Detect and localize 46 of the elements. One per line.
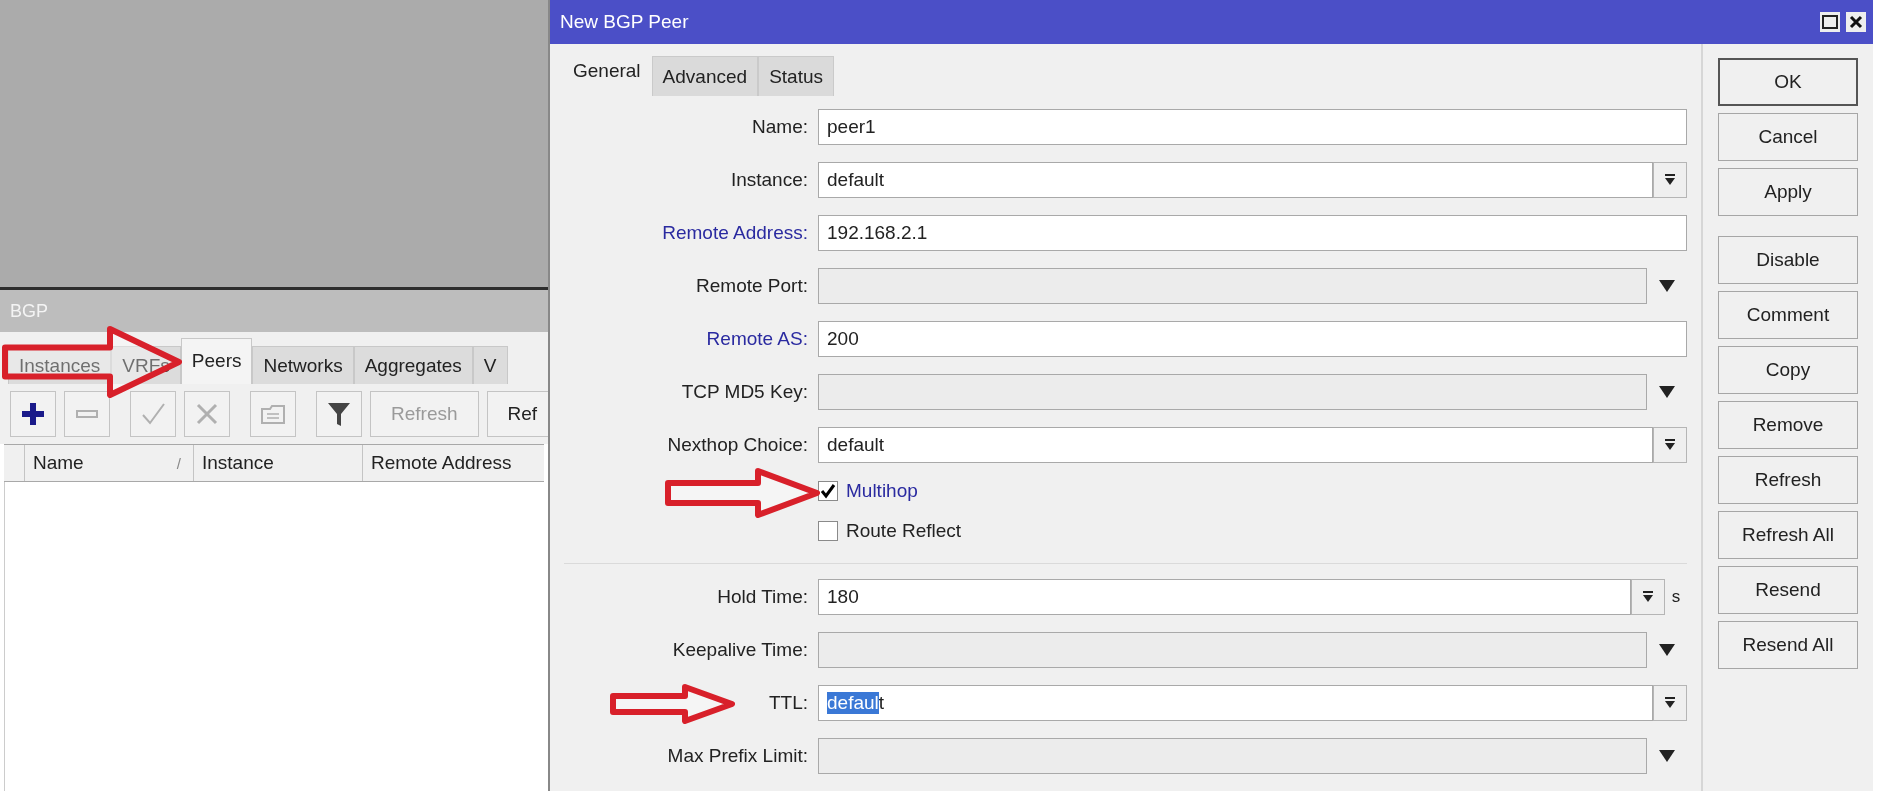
toolbar-button[interactable]: Ref <box>486 391 548 437</box>
field-label: Keepalive Time: <box>672 638 808 661</box>
input-field[interactable]: peer1 <box>818 108 1687 145</box>
field-label: Nexthop Choice: <box>667 433 808 456</box>
dialog-button[interactable]: Refresh All <box>1718 511 1858 559</box>
field-label: TTL: <box>768 691 808 714</box>
sort-mark: / <box>176 454 181 472</box>
field-label: TCP MD5 Key: <box>681 380 808 403</box>
field-label: Instance: <box>730 168 808 191</box>
unit-label: s <box>1670 586 1682 607</box>
dialog-button[interactable]: Remove <box>1718 401 1858 449</box>
column-label: Name <box>33 452 84 474</box>
tab[interactable]: Status <box>758 56 834 96</box>
column-label: Instance <box>202 452 274 474</box>
input-field[interactable]: default <box>818 684 1653 721</box>
tab[interactable]: Aggregates <box>353 346 473 384</box>
dialog-button[interactable]: Copy <box>1718 346 1858 394</box>
field-label: Hold Time: <box>717 585 808 608</box>
input-field[interactable]: 192.168.2.1 <box>818 214 1687 251</box>
field-label: Remote AS: <box>706 327 808 350</box>
tab[interactable]: Advanced <box>651 56 759 96</box>
dialog-button[interactable]: Disable <box>1718 236 1858 284</box>
dialog-title: New BGP Peer <box>560 11 689 33</box>
dialog-button[interactable]: Refresh <box>1718 456 1858 504</box>
dialog-button[interactable]: Cancel <box>1718 113 1858 161</box>
field-label: Remote Address: <box>662 221 808 244</box>
dialog-button[interactable]: Comment <box>1718 291 1858 339</box>
tab[interactable]: Peers <box>180 338 253 384</box>
column-header[interactable]: Name / <box>25 445 194 481</box>
dialog-button[interactable]: Resend All <box>1718 621 1858 669</box>
field-label: Name: <box>752 115 808 138</box>
dialog-button[interactable]: OK <box>1718 58 1858 106</box>
tab[interactable]: Networks <box>252 346 354 384</box>
column-header[interactable]: Instance <box>194 445 363 481</box>
checkbox-label: Route Reflect <box>846 520 962 542</box>
input-field[interactable]: default <box>818 426 1653 463</box>
field-label: Remote Port: <box>696 274 808 297</box>
input-field[interactable]: 200 <box>818 320 1687 357</box>
input-field[interactable]: 180 <box>818 578 1631 615</box>
dialog-button[interactable]: Resend <box>1718 566 1858 614</box>
field-label: Max Prefix Limit: <box>667 744 808 767</box>
dialog-button[interactable]: Apply <box>1718 168 1858 216</box>
tab[interactable]: V <box>472 346 508 384</box>
column-label: Remote Address <box>371 452 512 474</box>
input-field[interactable]: default <box>818 161 1653 198</box>
checkbox-label: Multihop <box>846 480 918 502</box>
